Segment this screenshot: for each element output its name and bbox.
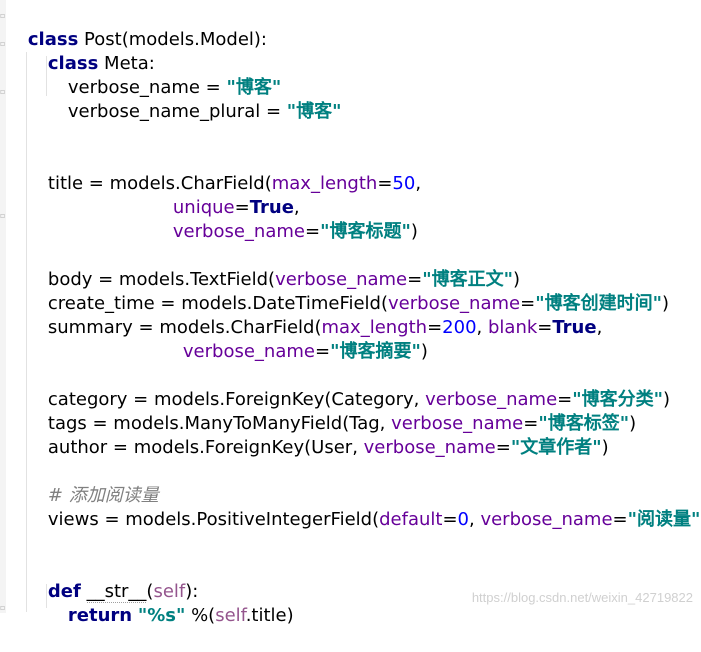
keyword-argument: default (379, 509, 443, 530)
code-line[interactable]: class Meta: (25, 28, 155, 74)
code-line[interactable]: class Post(models.Model): (5, 4, 267, 50)
punctuation: , (469, 509, 481, 530)
builtin-constant: True (552, 317, 597, 338)
operator: = (377, 173, 393, 194)
keyword-argument: verbose_name (182, 341, 315, 362)
number-literal: 0 (457, 509, 469, 530)
punctuation: ) (661, 293, 669, 314)
operator: = (314, 341, 331, 362)
code-text: author = models.ForeignKey(User, (47, 437, 364, 458)
keyword: return (67, 605, 133, 626)
operator: = (442, 509, 458, 530)
keyword-argument: blank (487, 317, 538, 338)
string-literal: "博客摘要" (330, 341, 421, 362)
keyword-argument: verbose_name (363, 437, 496, 458)
fold-marker-icon[interactable]: ▫ (0, 88, 6, 96)
operator: = (612, 509, 628, 530)
operator: = (304, 221, 321, 242)
code-line[interactable]: verbose_name="博客摘要") (160, 316, 428, 362)
string-literal: "%s" (137, 605, 186, 626)
fold-marker-icon[interactable]: ▫ (0, 604, 6, 612)
code-line[interactable]: return "%s" %(self.title) (45, 580, 294, 626)
code-line[interactable]: body = models.TextField(verbose_name="博客… (25, 244, 520, 290)
code-text: %( (185, 605, 216, 626)
code-line[interactable]: unique=True, (150, 172, 300, 218)
punctuation: ) (629, 413, 637, 434)
watermark: https://blog.csdn.net/weixin_42719822 (471, 590, 693, 605)
code-line[interactable]: verbose_name = "博客" (45, 52, 281, 98)
code-line[interactable]: # 添加阅读量 (25, 460, 159, 506)
punctuation: , (596, 317, 603, 338)
string-literal: "博客" (286, 101, 342, 122)
operator: = (537, 317, 553, 338)
code-line[interactable]: verbose_name_plural = "博客" (45, 76, 342, 122)
self-reference: self (215, 605, 246, 626)
code-text: .title) (245, 605, 294, 626)
code-line[interactable]: def __str__(self): (25, 556, 198, 603)
punctuation: ) (663, 389, 671, 410)
code-line[interactable]: category = models.ForeignKey(Category, v… (25, 364, 670, 410)
keyword-argument: verbose_name (480, 509, 613, 530)
code-line[interactable]: views = models.PositiveIntegerField(defa… (25, 484, 701, 530)
fold-marker-icon[interactable]: ▫ (0, 212, 6, 220)
punctuation: ) (420, 341, 428, 362)
operator: = (427, 317, 443, 338)
string-literal: "阅读量" (627, 509, 701, 530)
number-literal: 200 (442, 317, 477, 338)
code-text: views = models.PositiveIntegerField( (47, 509, 380, 530)
punctuation: , (476, 317, 488, 338)
code-line[interactable]: verbose_name="博客标题") (150, 196, 418, 242)
punctuation: ) (410, 221, 418, 242)
number-literal: 50 (392, 173, 416, 194)
code-line[interactable]: tags = models.ManyToManyField(Tag, verbo… (25, 388, 636, 434)
code-editor[interactable]: ▫ ▫ ▫ ▫ ▫ class Post(models.Model): clas… (0, 0, 701, 626)
code-text: verbose_name_plural = (67, 101, 287, 122)
operator: = (495, 437, 511, 458)
code-line[interactable]: create_time = models.DateTimeField(verbo… (25, 268, 669, 314)
string-literal: "博客标题" (320, 221, 411, 242)
string-literal: "文章作者" (510, 437, 602, 458)
code-line[interactable]: title = models.CharField(max_length=50, (25, 148, 421, 194)
keyword-argument: verbose_name (172, 221, 305, 242)
code-line[interactable]: author = models.ForeignKey(User, verbose… (25, 412, 609, 458)
punctuation: ) (601, 437, 609, 458)
code-line[interactable]: summary = models.CharField(max_length=20… (25, 292, 602, 338)
punctuation: , (415, 173, 422, 194)
